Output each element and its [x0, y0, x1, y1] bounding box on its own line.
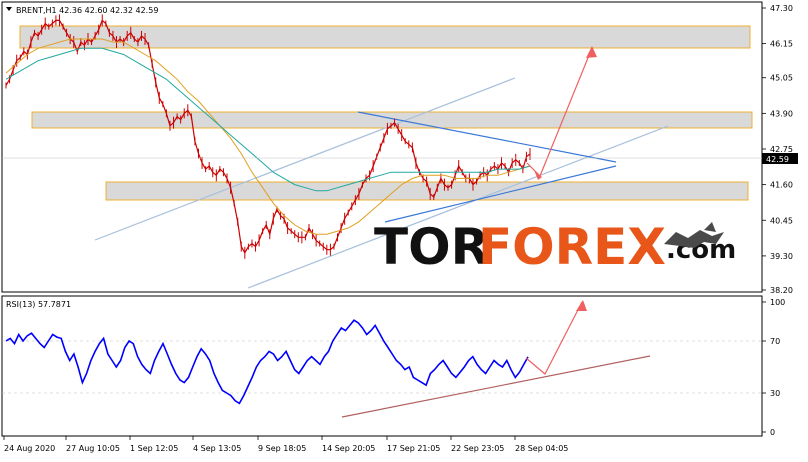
x-tick-label: 24 Aug 2020 [4, 444, 55, 453]
rsi-y-tick-label: 100 [770, 298, 785, 307]
x-tick-label: 4 Sep 13:05 [193, 444, 241, 453]
price-y-tick-label: 40.45 [770, 216, 793, 225]
price-y-tick-label: 45.05 [770, 74, 793, 83]
price-y-tick-label: 39.30 [770, 252, 793, 261]
last-price-label: 42.59 [766, 155, 789, 164]
price-y-tick-label: 46.15 [770, 40, 793, 49]
x-tick-label: 27 Aug 10:05 [66, 444, 120, 453]
price-y-tick-label: 42.75 [770, 145, 793, 154]
x-tick-label: 1 Sep 12:05 [130, 444, 178, 453]
rsi-y-tick-label: 70 [770, 337, 780, 346]
x-tick-label: 17 Sep 21:05 [387, 444, 440, 453]
x-axis: 24 Aug 2020 27 Aug 10:05 1 Sep 12:05 4 Sep … [3, 436, 568, 453]
price-y-tick-label: 38.20 [770, 286, 793, 295]
price-y-tick-label: 47.30 [770, 4, 793, 13]
price-y-tick-label: 41.60 [770, 181, 793, 190]
x-tick-label: 9 Sep 18:05 [258, 444, 306, 453]
x-tick-label: 22 Sep 23:05 [451, 444, 504, 453]
rsi-title: RSI(13) 57.7871 [6, 300, 71, 309]
resistance-zone-upper [19, 25, 751, 49]
brand-forex: FOREX [478, 218, 666, 276]
rsi-y-tick-label: 30 [770, 389, 780, 398]
x-tick-label: 14 Sep 20:05 [322, 444, 375, 453]
price-y-axis: 47.30 46.15 45.05 43.90 42.75 41.60 40.45 39.30… [762, 4, 793, 295]
rsi-y-tick-label: 0 [770, 428, 775, 437]
x-tick-label: 28 Sep 04:05 [515, 444, 568, 453]
price-title: BRENT,H1 42.36 42.60 42.32 42.59 [16, 6, 158, 15]
chart-canvas: TOR FOREX .com 42.59 BRENT,H1 42.36 42.6… [1, 1, 798, 453]
price-y-tick-label: 43.90 [770, 109, 793, 118]
chart-root: TOR FOREX .com 42.59 BRENT,H1 42.36 42.6… [0, 0, 808, 458]
brand-tor: TOR [374, 218, 489, 276]
